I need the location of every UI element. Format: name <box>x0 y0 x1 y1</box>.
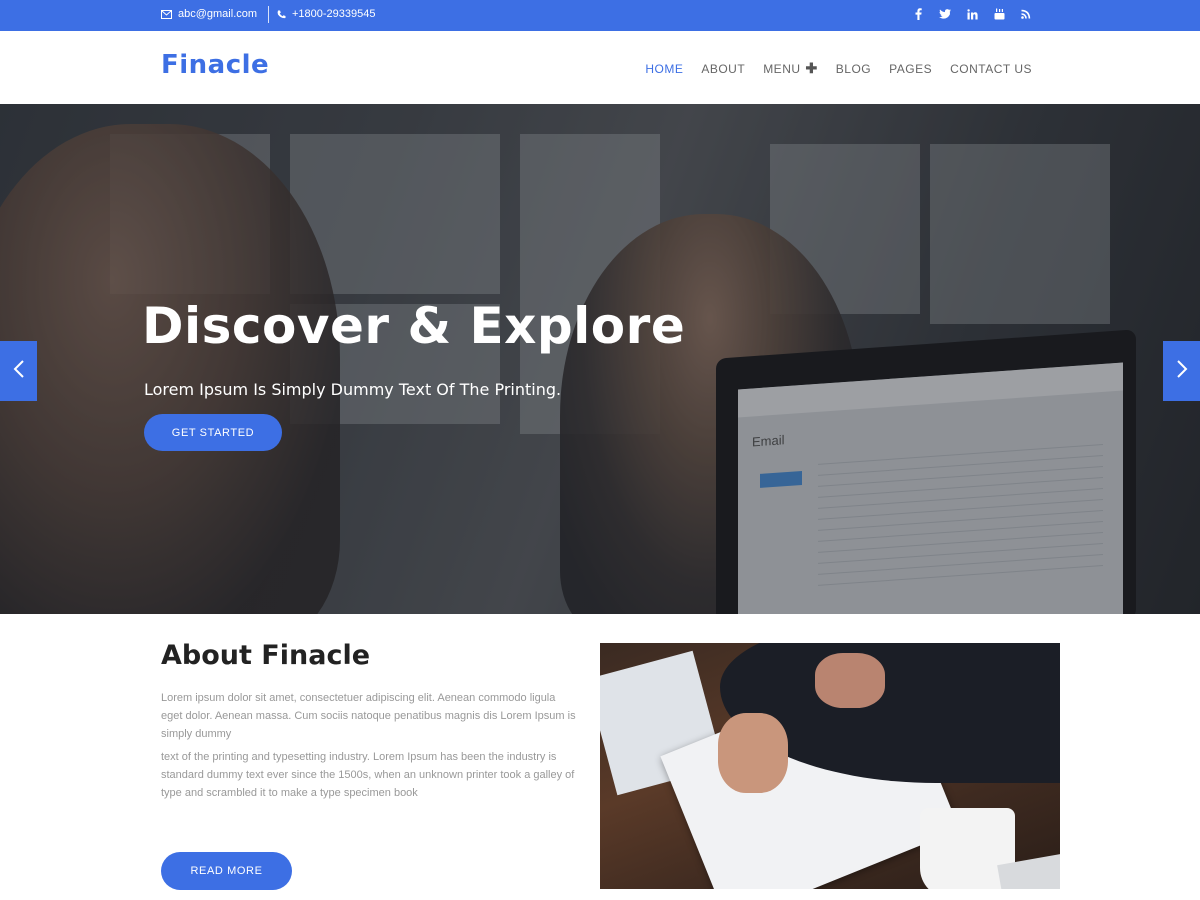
nav-menu[interactable]: MENU ✚ <box>763 60 818 77</box>
email-text: abc@gmail.com <box>178 8 258 20</box>
nav-menu-label: MENU <box>763 61 801 76</box>
site-logo[interactable]: Finacle <box>161 50 269 80</box>
nav-home[interactable]: HOME <box>645 60 683 77</box>
slider-next-button[interactable] <box>1163 341 1200 401</box>
hero-title: Discover & Explore <box>142 297 686 355</box>
hero-overlay <box>0 104 1200 614</box>
rss-icon[interactable] <box>1020 7 1032 21</box>
nav-pages[interactable]: PAGES <box>889 60 932 77</box>
twitter-icon[interactable] <box>939 7 951 21</box>
plus-icon[interactable]: ✚ <box>806 60 818 77</box>
social-links <box>912 7 1032 21</box>
nav-home-label: HOME <box>645 61 684 76</box>
phone-icon <box>277 10 286 19</box>
about-image <box>600 643 1060 889</box>
main-nav: HOME ABOUT MENU ✚ BLOG PAGES CONTACT US <box>645 60 1032 77</box>
nav-contact-label: CONTACT US <box>950 61 1032 76</box>
nav-about-label: ABOUT <box>701 61 746 76</box>
read-more-button[interactable]: READ MORE <box>161 852 292 890</box>
get-started-button[interactable]: GET STARTED <box>144 414 282 451</box>
nav-blog-label: BLOG <box>835 61 872 76</box>
hero-slider: Email Discover & Explore Lorem Ipsum Is … <box>0 104 1200 614</box>
nav-contact[interactable]: CONTACT US <box>950 60 1032 77</box>
hero-subtitle: Lorem Ipsum Is Simply Dummy Text Of The … <box>144 380 562 399</box>
linkedin-icon[interactable] <box>966 7 978 21</box>
top-bar: abc@gmail.com +1800-29339545 <box>0 0 1200 31</box>
contact-phone[interactable]: +1800-29339545 <box>277 8 376 20</box>
nav-about[interactable]: ABOUT <box>701 60 745 77</box>
about-image-writing-hand <box>718 713 788 793</box>
about-title: About Finacle <box>161 640 371 671</box>
about-image-hand <box>815 653 885 708</box>
about-paragraph-1: Lorem ipsum dolor sit amet, consectetuer… <box>161 692 576 740</box>
topbar-divider <box>268 6 269 23</box>
phone-text: +1800-29339545 <box>292 8 376 20</box>
envelope-icon <box>161 9 172 19</box>
slider-prev-button[interactable] <box>0 341 37 401</box>
contact-email[interactable]: abc@gmail.com <box>161 8 257 20</box>
chevron-left-icon <box>13 359 25 384</box>
nav-pages-label: PAGES <box>889 61 933 76</box>
chevron-right-icon <box>1176 359 1188 384</box>
youtube-icon[interactable] <box>993 7 1005 21</box>
nav-blog[interactable]: BLOG <box>836 60 871 77</box>
site-header: Finacle HOME ABOUT MENU ✚ BLOG PAGES CONT… <box>0 31 1200 104</box>
facebook-icon[interactable] <box>912 7 924 21</box>
about-paragraph-2: text of the printing and typesetting ind… <box>161 751 575 799</box>
